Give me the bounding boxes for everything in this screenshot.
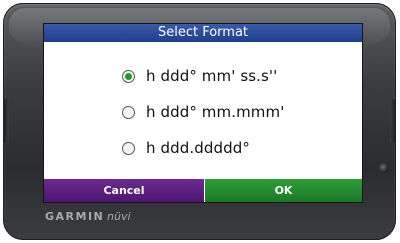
left-side-edge: [3, 99, 9, 143]
radio-unselected-icon[interactable]: [122, 105, 135, 119]
format-option-dms[interactable]: h ddd° mm' ss.s'': [122, 63, 277, 89]
format-option-label: h ddd.ddddd°: [146, 139, 250, 157]
light-sensor: [379, 163, 389, 173]
cancel-button[interactable]: Cancel: [44, 179, 204, 202]
format-option-label: h ddd° mm.mmm': [146, 103, 285, 121]
format-option-dd[interactable]: h ddd.ddddd°: [122, 135, 250, 161]
format-option-dm[interactable]: h ddd° mm.mmm': [122, 99, 284, 125]
format-options: h ddd° mm' ss.s'' h ddd° mm.mmm' h ddd.d…: [44, 42, 362, 179]
dialog-title: Select Format: [44, 24, 362, 42]
model-logo: nüvi: [107, 210, 131, 223]
touch-screen: Select Format h ddd° mm' ss.s'' h ddd° m…: [43, 23, 363, 203]
right-side-edge: [390, 99, 396, 143]
ok-button[interactable]: OK: [205, 179, 362, 202]
radio-selected-icon[interactable]: [122, 69, 135, 83]
radio-unselected-icon[interactable]: [122, 141, 135, 155]
format-option-label: h ddd° mm' ss.s'': [146, 67, 278, 85]
brand-logo: GARMIN: [45, 210, 105, 223]
gps-device: Select Format h ddd° mm' ss.s'' h ddd° m…: [3, 3, 396, 240]
